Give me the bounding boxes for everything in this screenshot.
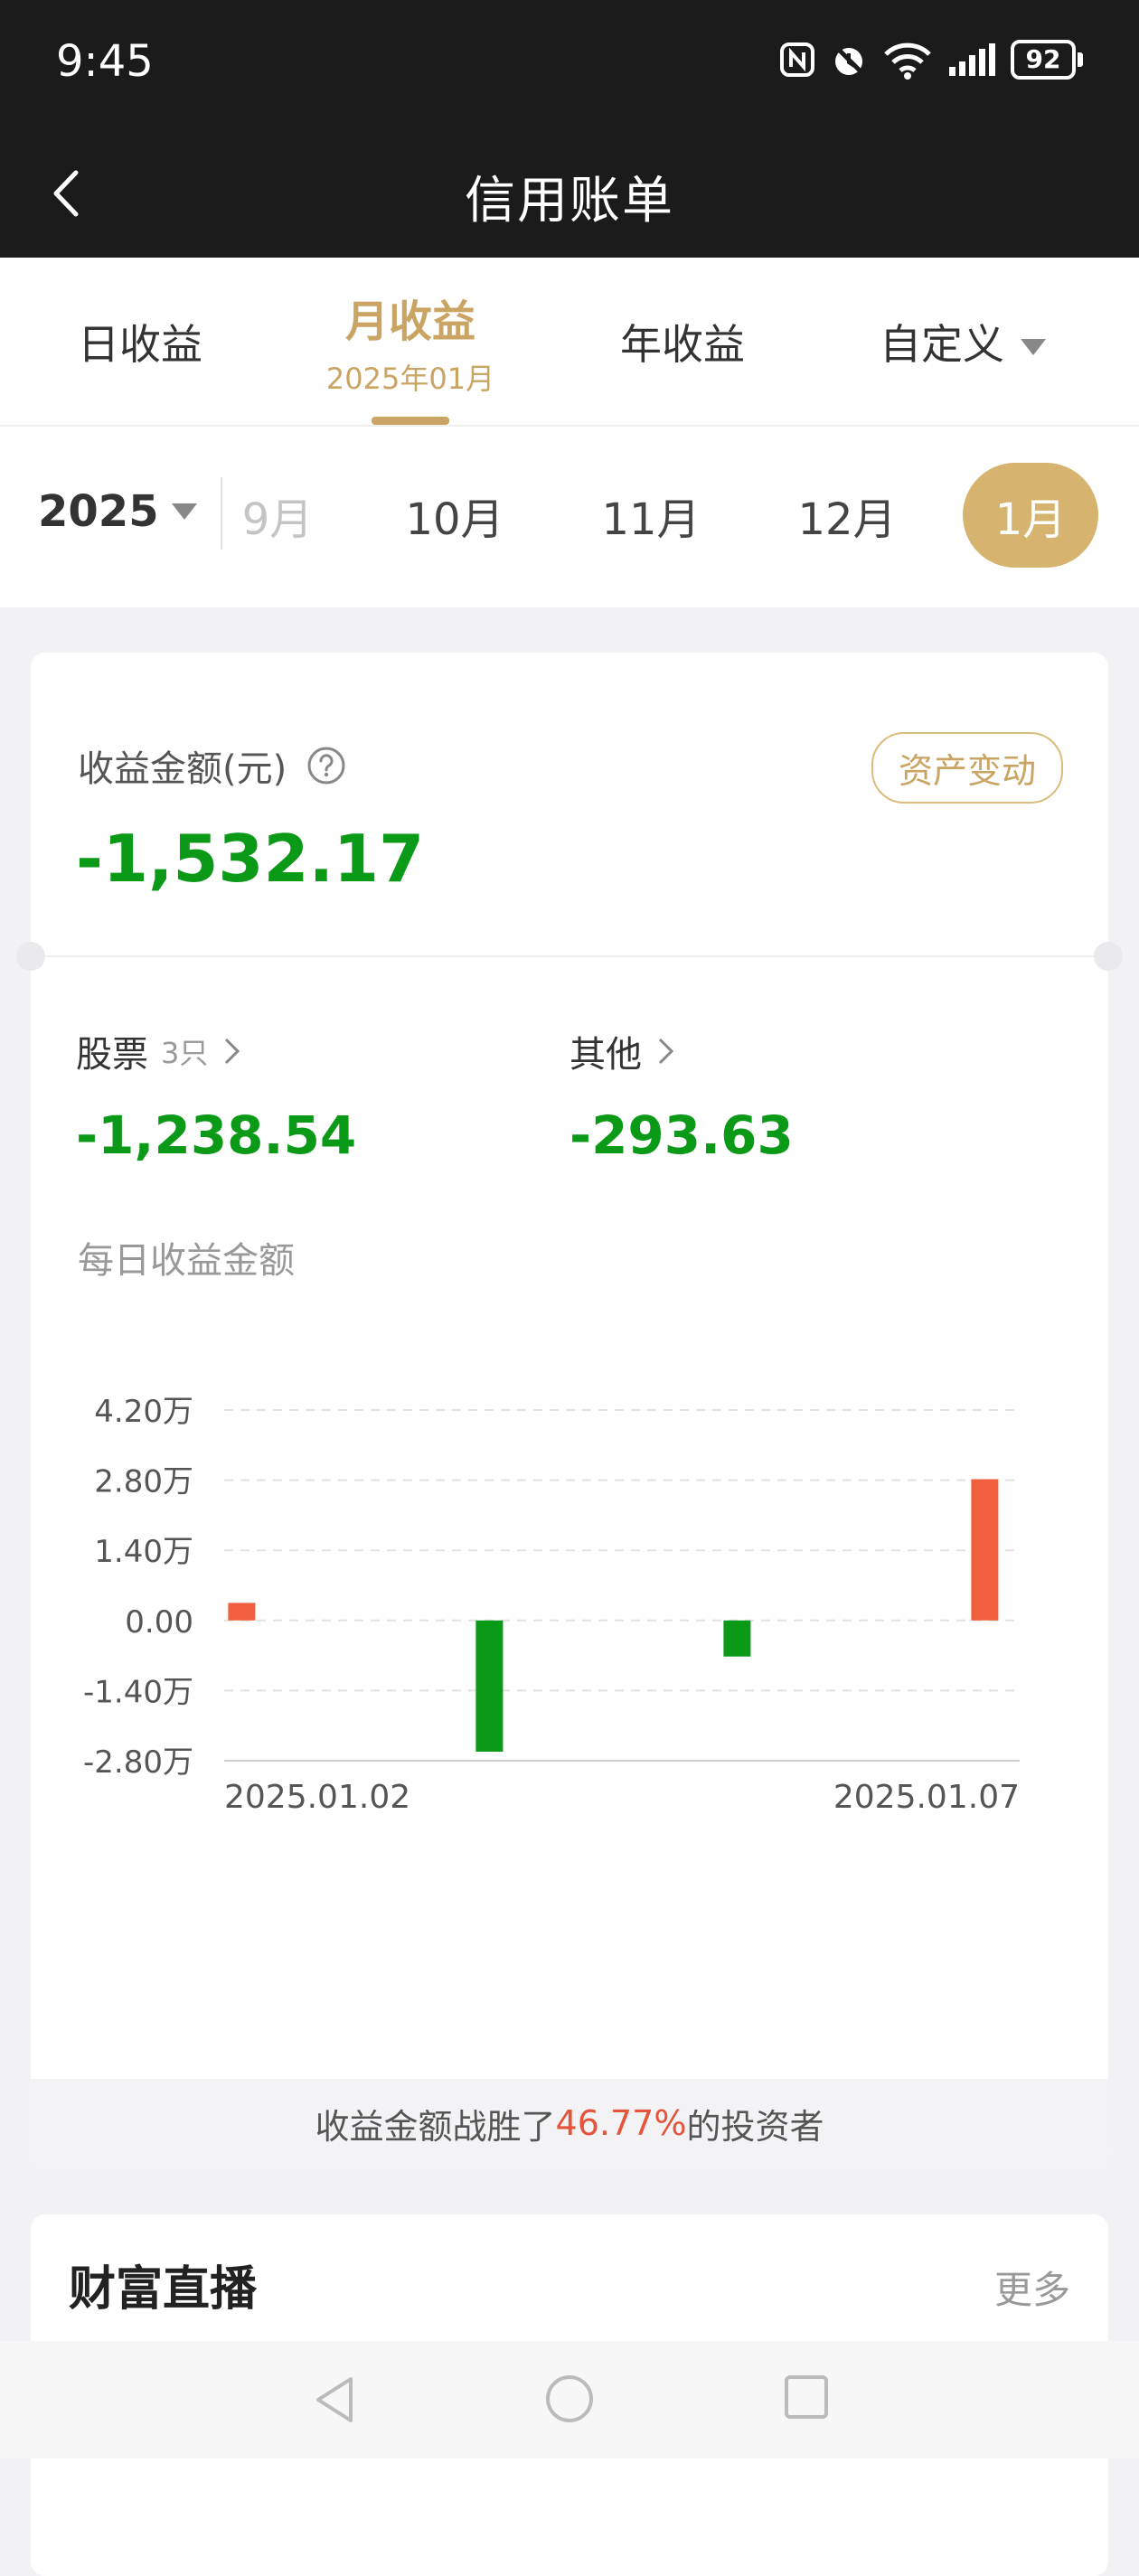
bar-2025.01.03 [475,1620,504,1753]
nav-recents-icon[interactable] [783,2374,830,2421]
year-dropdown[interactable]: 2025 [38,486,197,537]
x-tick-label-start: 2025.01.02 [224,1779,410,1816]
status-time: 9:45 [56,36,154,87]
nav-bar: 信用账单 [0,131,1139,258]
profit-label: 收益金额(元) [78,739,346,792]
card-notch-right [1094,942,1123,971]
y-tick-label: -1.40万 [83,1674,193,1710]
chevron-right-icon [225,1038,240,1065]
month-selector: 2025 9月 10月 11月 12月 1月 [0,427,1139,607]
month-item-dec[interactable]: 12月 [779,463,915,568]
stocks-value: -1,238.54 [76,1105,357,1166]
other-label: 其他 [570,1034,642,1076]
y-tick-label: 4.20万 [94,1394,193,1430]
period-tabs: 日收益 月收益 2025年01月 年收益 自定义 [0,258,1139,427]
wifi-icon [884,42,931,80]
battery-indicator: 92 [1011,40,1083,80]
signal-icon [949,43,995,76]
tab-custom[interactable]: 自定义 [850,258,1076,425]
live-title: 财富直播 [69,2262,258,2317]
month-item-nov[interactable]: 11月 [583,463,719,568]
y-tick-label: 2.80万 [94,1464,193,1500]
month-item-sep[interactable]: 9月 [237,463,318,568]
alarm-icon [833,43,865,76]
nav-home-icon[interactable] [544,2374,595,2424]
stocks-label: 股票 [76,1034,148,1076]
dropdown-arrow-icon [171,503,197,520]
bar-2025.01.06 [723,1620,751,1657]
month-divider [221,477,222,550]
nav-back-icon[interactable] [311,2374,356,2426]
month-item-jan[interactable]: 1月 [963,463,1098,568]
month-item-oct[interactable]: 10月 [387,463,522,568]
chart-title: 每日收益金额 [78,1240,295,1282]
divider [31,955,1108,957]
card-notch-left [16,942,45,971]
tab-monthly-date: 2025年01月 [325,361,495,396]
live-more-link[interactable]: 更多 [994,2260,1070,2315]
y-tick-label: 0.00 [125,1604,193,1641]
total-profit-value: -1,532.17 [76,821,425,897]
dropdown-arrow-icon [1021,339,1046,355]
rank-prefix: 收益金额战胜了 [315,2106,556,2147]
rank-suffix: 的投资者 [686,2106,824,2147]
investor-rank-strip: 收益金额战胜了 46.77% 的投资者 [31,2079,1108,2167]
battery-level: 92 [1011,40,1076,80]
active-tab-indicator [372,417,449,425]
chevron-right-icon [658,1038,674,1065]
tab-daily[interactable]: 日收益 [36,258,244,425]
nfc-icon [780,42,814,77]
y-tick-label: -2.80万 [83,1744,193,1781]
bar-2025.01.07 [971,1479,999,1621]
tab-yearly[interactable]: 年收益 [579,258,786,425]
x-tick-label-end: 2025.01.07 [833,1779,1020,1816]
rank-percent: 46.77% [555,2103,687,2143]
profit-card: 收益金额(元) 资产变动 -1,532.17 股票 3只 -1,238.54 其… [31,653,1108,2167]
daily-profit-chart: 4.20万 2.80万 1.40万 0.00 -1.40万 -2.80万 2025.01.0… [83,1394,1020,1816]
other-value: -293.63 [570,1105,794,1166]
asset-change-button[interactable]: 资产变动 [871,732,1063,804]
y-tick-label: 1.40万 [94,1534,193,1570]
page-title: 信用账单 [465,172,674,230]
status-bar: 9:45 92 [0,0,1139,131]
bar-2025.01.02 [228,1603,256,1621]
stocks-block[interactable]: 股票 3只 -1,238.54 [76,1025,356,1166]
tab-monthly[interactable]: 月收益 2025年01月 [306,258,514,425]
system-nav-bar [0,2341,1139,2458]
status-icons: 92 [779,40,1083,80]
stocks-count: 3只 [161,1036,209,1070]
help-icon[interactable] [306,746,346,785]
other-block[interactable]: 其他 -293.63 [570,1025,794,1166]
